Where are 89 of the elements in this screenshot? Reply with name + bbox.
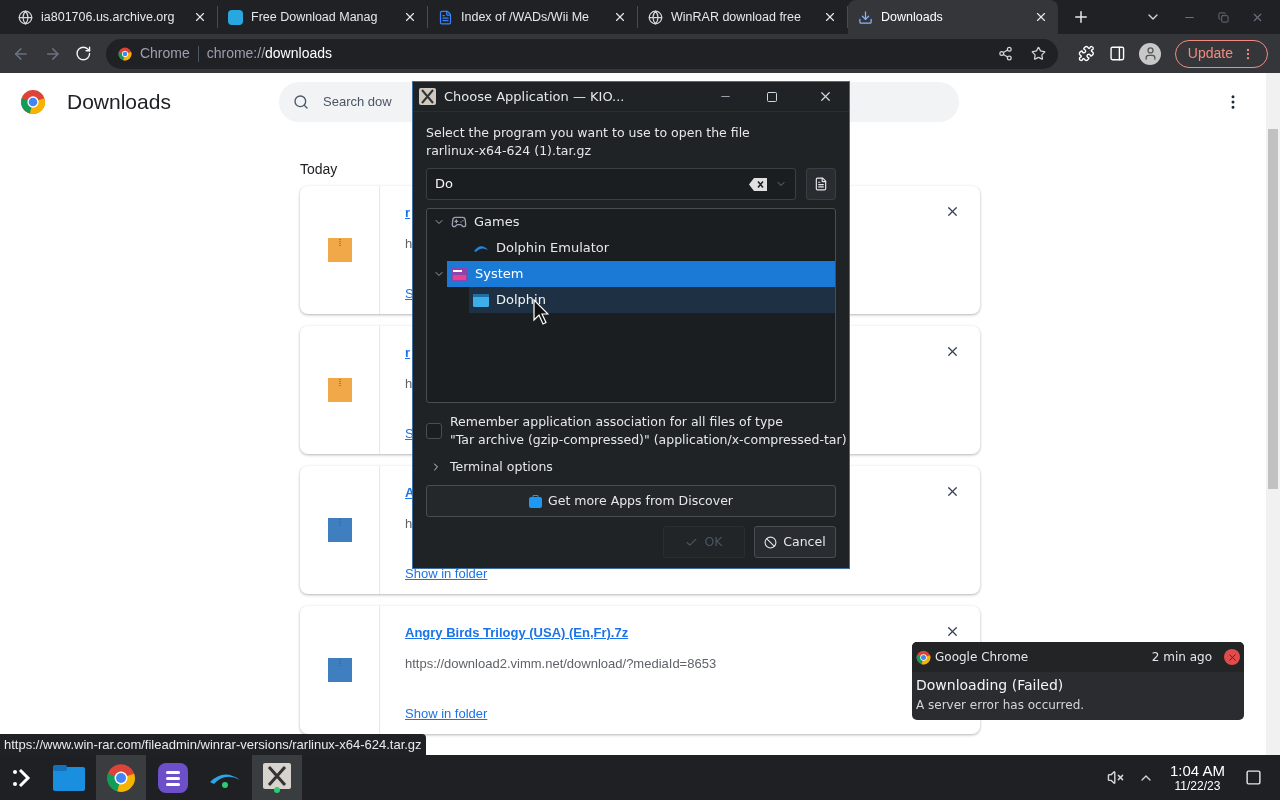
chrome-icon xyxy=(117,46,132,61)
scrollbar[interactable] xyxy=(1266,73,1280,755)
folder-icon xyxy=(53,764,85,791)
system-icon xyxy=(451,266,468,282)
file-name: rarlinux-x64-624 (1).tar.gz xyxy=(426,142,592,160)
source-url: h xyxy=(405,374,413,393)
close-icon[interactable] xyxy=(613,10,627,24)
window-icon xyxy=(473,293,489,307)
tab-title: Free Download Manag xyxy=(251,8,379,26)
cancel-icon xyxy=(764,535,778,549)
tab-title: ia801706.us.archive.org xyxy=(41,8,176,26)
taskbar-app[interactable] xyxy=(252,755,302,800)
clear-icon[interactable] xyxy=(749,177,767,191)
show-in-folder-link[interactable]: Show in folder xyxy=(405,704,488,724)
file-name-link[interactable]: Angry Birds Trilogy (USA) (En,Fr).7z xyxy=(405,623,629,643)
section-heading: Today xyxy=(300,160,338,179)
file-icon xyxy=(814,177,828,191)
clock-date[interactable]: 11/22/23 xyxy=(1174,780,1221,792)
close-icon[interactable] xyxy=(1034,10,1048,24)
checkbox-label: "Tar archive (gzip-compressed)" (application/x-compressed-tar) xyxy=(450,431,847,449)
remove-icon[interactable] xyxy=(945,484,960,499)
notification-time: 2 min ago xyxy=(1151,649,1212,666)
source-url: h xyxy=(405,234,413,253)
profile-avatar[interactable] xyxy=(1139,42,1161,65)
file-name-link[interactable]: r xyxy=(405,203,411,223)
remove-icon[interactable] xyxy=(945,624,960,639)
search-icon xyxy=(293,94,309,110)
bag-icon xyxy=(529,494,543,508)
bars-app-icon xyxy=(158,762,188,793)
remember-checkbox[interactable] xyxy=(426,423,442,439)
close-icon[interactable] xyxy=(818,89,833,104)
share-icon[interactable] xyxy=(998,46,1013,61)
browser-tab[interactable]: Downloads xyxy=(848,0,1058,34)
file-name-link[interactable]: r xyxy=(405,343,411,363)
bookmark-star-icon[interactable] xyxy=(1031,46,1046,61)
app-icon xyxy=(228,9,243,25)
source-url: https://download2.vimm.net/download/?mediaId=8653 xyxy=(405,654,717,673)
show-desktop-icon[interactable] xyxy=(1245,769,1262,786)
tab-title: WinRAR download free xyxy=(671,8,802,26)
cancel-button[interactable]: Cancel xyxy=(754,526,836,558)
prompt-text: Select the program you want to use to open the file xyxy=(426,124,751,142)
tab-title: Downloads xyxy=(881,8,944,26)
search-field[interactable]: Do xyxy=(426,168,796,200)
chrome-logo xyxy=(20,89,46,115)
browse-button[interactable] xyxy=(806,168,836,200)
side-panel-icon[interactable] xyxy=(1108,45,1126,62)
page-title: Downloads xyxy=(67,89,172,116)
remove-icon[interactable] xyxy=(945,344,960,359)
x-app-icon xyxy=(263,762,291,793)
discover-button[interactable]: Get more Apps from Discover xyxy=(426,485,836,517)
window-title: Choose Application — KIO... xyxy=(444,87,626,106)
clock-time[interactable]: 1:04 AM xyxy=(1169,763,1225,778)
muted-speaker-icon[interactable] xyxy=(1106,769,1124,786)
maximize-icon[interactable] xyxy=(766,90,778,103)
gamepad-icon xyxy=(451,214,467,230)
tree-item[interactable]: Dolphin xyxy=(469,287,835,313)
browser-tab[interactable]: Free Download Manag xyxy=(218,6,428,28)
close-icon[interactable] xyxy=(403,10,417,24)
status-url: https://www.win-rar.com/fileadmin/winrar-versions/rarlinux-x64-624.tar.gz xyxy=(0,734,426,755)
notification-app: Google Chrome xyxy=(935,649,1029,666)
close-icon[interactable] xyxy=(193,10,207,24)
browser-tab[interactable]: ia801706.us.archive.org xyxy=(8,6,218,28)
x-app-icon xyxy=(419,88,436,105)
notification-title: Downloading (Failed) xyxy=(915,676,1065,695)
url-text: chrome://downloads xyxy=(206,44,332,63)
taskbar-app[interactable] xyxy=(96,755,146,800)
tree-item[interactable]: System xyxy=(447,261,835,287)
address-bar[interactable]: Chrome chrome://downloads xyxy=(105,38,1058,69)
reload-icon[interactable] xyxy=(75,45,92,62)
tab-title: Index of /WADs/Wii Me xyxy=(461,8,591,26)
remove-icon[interactable] xyxy=(945,204,960,219)
checkbox-label: Remember application association for all files of type xyxy=(450,413,784,431)
page-icon xyxy=(438,9,453,25)
source-url: h xyxy=(405,514,413,533)
site-label: Chrome xyxy=(139,44,190,63)
chrome-icon xyxy=(916,649,931,665)
browser-tab[interactable]: Index of /WADs/Wii Me xyxy=(428,6,638,28)
globe-icon xyxy=(648,9,663,25)
new-tab-icon[interactable] xyxy=(1072,8,1090,26)
browser-icon xyxy=(106,762,136,793)
globe-icon xyxy=(18,9,33,25)
extensions-icon[interactable] xyxy=(1078,45,1095,62)
tree-item[interactable]: Dolphin Emulator xyxy=(469,235,835,261)
terminal-options-toggle[interactable]: Terminal options xyxy=(426,458,836,476)
notification-body: A server error has occurred. xyxy=(915,697,1086,714)
restore-icon[interactable] xyxy=(1218,11,1229,23)
tree-item[interactable]: Games xyxy=(447,209,835,235)
close-icon[interactable] xyxy=(823,10,837,24)
download-icon xyxy=(858,9,873,25)
